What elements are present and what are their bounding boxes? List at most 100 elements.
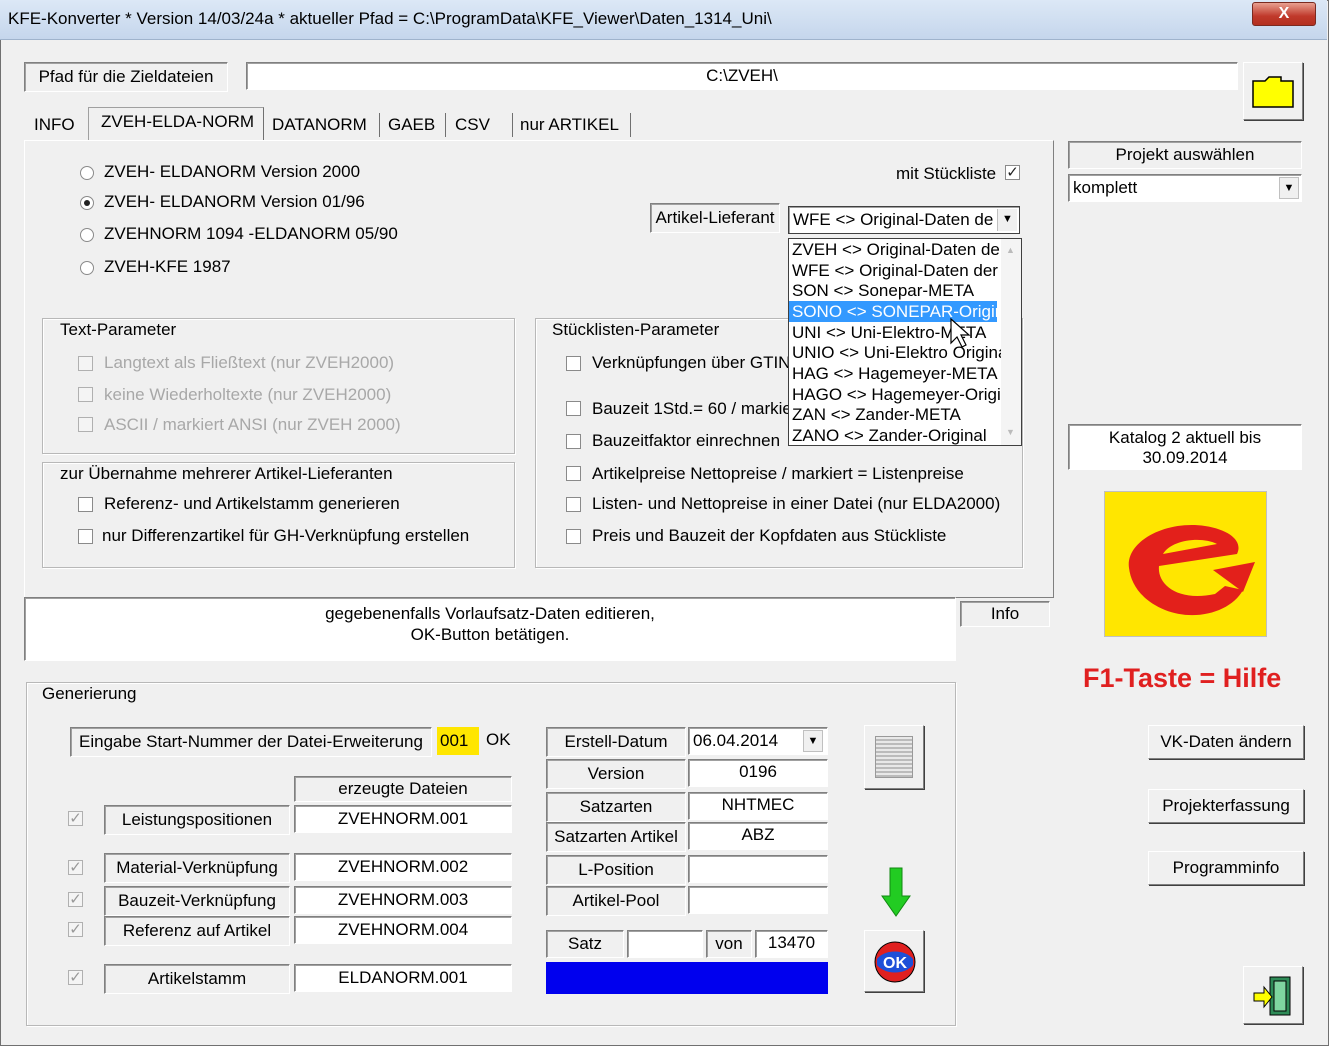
satzarten-field[interactable]: NHTMEC (688, 792, 828, 820)
text-param-checkbox[interactable] (78, 387, 93, 402)
tab-zveh-elda-norm[interactable]: ZVEH-ELDA-NORM (101, 112, 254, 132)
gen-row-label: Leistungspositionen (104, 805, 290, 835)
lieferant-option[interactable]: ZVEH <> Original-Daten de (789, 239, 1000, 260)
field-label: Artikel-Pool (546, 886, 686, 916)
scroll-up-icon[interactable]: ▲ (1006, 245, 1015, 255)
stueckliste-param-label: Listen- und Nettopreise in einer Datei (… (592, 494, 1001, 513)
folder-icon (1252, 76, 1294, 108)
lieferant-label: Artikel-Lieferant (650, 203, 780, 233)
version-field[interactable]: 0196 (688, 759, 828, 787)
version-radio-1094[interactable] (80, 228, 94, 242)
version-radio-kfe1987[interactable] (80, 261, 94, 275)
uebernahme-checkbox[interactable] (78, 529, 93, 544)
start-number-input[interactable]: 001 (437, 727, 479, 755)
lieferant-option[interactable]: WFE <> Original-Daten der (789, 260, 998, 281)
check-icon: ✓ (1006, 164, 1019, 181)
field-label: Satzarten Artikel (546, 822, 686, 852)
tab-nur-artikel[interactable]: nur ARTIKEL (520, 115, 619, 135)
stueckliste-param-label: Verknüpfungen über GTIN (592, 353, 791, 372)
tab-separator (379, 113, 380, 137)
katalog-box: Katalog 2 aktuell bis 30.09.2014 (1068, 424, 1302, 470)
scroll-down-icon[interactable]: ▼ (1006, 427, 1015, 437)
stuecklisten-title: Stücklisten-Parameter (548, 320, 724, 340)
gen-row-file: ZVEHNORM.002 (294, 853, 512, 881)
satzarten-artikel-field[interactable]: ABZ (688, 822, 828, 850)
projekt-dropdown[interactable]: komplett ▼ (1068, 174, 1302, 202)
stueckliste-label: mit Stückliste (896, 164, 997, 183)
projekterfassung-button[interactable]: Projekterfassung (1148, 789, 1304, 823)
satz-field (627, 930, 703, 958)
version-label: ZVEH- ELDANORM Version 01/96 (104, 192, 365, 211)
version-label: ZVEHNORM 1094 -ELDANORM 05/90 (104, 224, 398, 243)
lieferant-dropdown[interactable]: WFE <> Original-Daten de ▼ (788, 206, 1020, 234)
lieferant-dropdown-list[interactable]: ZVEH <> Original-Daten de WFE <> Origina… (788, 238, 1022, 446)
uebernahme-checkbox[interactable] (78, 497, 93, 512)
l-position-field[interactable] (688, 855, 828, 883)
check-icon: ✓ (69, 810, 82, 827)
folder-button[interactable] (1243, 62, 1303, 120)
help-hint: F1-Taste = Hilfe (1083, 663, 1282, 693)
exit-button[interactable] (1243, 966, 1303, 1024)
start-ok-button[interactable]: OK (486, 730, 511, 750)
stueckliste-param-checkbox[interactable] (566, 529, 581, 544)
text-param-checkbox[interactable] (78, 356, 93, 371)
lieferant-option[interactable]: HAG <> Hagemeyer-META (789, 363, 998, 384)
lieferant-option[interactable]: ZAN <> Zander-META (789, 404, 997, 425)
lieferant-option[interactable]: SON <> Sonepar-META (789, 280, 997, 301)
katalog-line1: Katalog 2 aktuell bis (1108, 428, 1262, 447)
tab-datanorm[interactable]: DATANORM (272, 115, 367, 135)
gen-row-file: ZVEHNORM.003 (294, 886, 512, 914)
stueckliste-checkbox[interactable]: ✓ (1005, 165, 1020, 180)
title-bar: KFE-Konverter * Version 14/03/24a * aktu… (0, 0, 1327, 40)
exit-door-icon (1253, 976, 1291, 1016)
e-logo-icon (1128, 525, 1255, 616)
check-icon: ✓ (69, 969, 82, 986)
list-scrollbar[interactable]: ▲ ▼ (1001, 239, 1021, 445)
chevron-down-icon[interactable]: ▼ (803, 730, 823, 752)
ok-globe-icon: OK (874, 941, 916, 983)
stueckliste-param-checkbox[interactable] (566, 401, 581, 416)
satz-label: Satz (546, 930, 624, 958)
start-number-label: Eingabe Start-Nummer der Datei-Erweiteru… (70, 727, 432, 757)
gen-checkbox[interactable]: ✓ (68, 860, 83, 875)
tab-gaeb[interactable]: GAEB (388, 115, 435, 135)
tab-separator (630, 113, 631, 137)
check-icon: ✓ (69, 859, 82, 876)
stueckliste-param-checkbox[interactable] (566, 434, 581, 449)
erstell-datum-dropdown[interactable]: 06.04.2014 ▼ (688, 727, 828, 755)
stueckliste-param-checkbox[interactable] (566, 466, 581, 481)
target-path-label: Pfad für die Zieldateien (24, 62, 228, 92)
projekt-label: Projekt auswählen (1068, 141, 1302, 169)
version-radio-2000[interactable] (80, 166, 94, 180)
programminfo-button[interactable]: Programminfo (1148, 851, 1304, 885)
close-button[interactable]: X (1252, 2, 1316, 26)
text-param-label: keine Wiederholtexte (nur ZVEH2000) (104, 385, 392, 404)
gen-checkbox[interactable]: ✓ (68, 892, 83, 907)
generierung-title: Generierung (38, 684, 141, 704)
chevron-down-icon[interactable]: ▼ (997, 209, 1017, 231)
gen-checkbox[interactable]: ✓ (68, 922, 83, 937)
lieferant-option[interactable]: ZANO <> Zander-Original (789, 425, 997, 445)
chevron-down-icon[interactable]: ▼ (1279, 177, 1299, 199)
target-path-field[interactable]: C:\ZVEH\ (246, 62, 1238, 90)
gen-checkbox[interactable]: ✓ (68, 970, 83, 985)
stueckliste-param-checkbox[interactable] (566, 356, 581, 371)
notes-button[interactable] (864, 725, 924, 789)
check-icon: ✓ (69, 891, 82, 908)
version-radio-0196[interactable] (80, 196, 94, 210)
text-param-checkbox[interactable] (78, 417, 93, 432)
artikel-pool-field[interactable] (688, 886, 828, 914)
stueckliste-param-checkbox[interactable] (566, 497, 581, 512)
gen-row-label: Referenz auf Artikel (104, 916, 290, 946)
gen-checkbox[interactable]: ✓ (68, 811, 83, 826)
gen-row-label: Material-Verknüpfung (104, 853, 290, 883)
vk-daten-button[interactable]: VK-Daten ändern (1148, 725, 1304, 759)
tab-csv[interactable]: CSV (455, 115, 490, 135)
progress-fill (546, 962, 828, 994)
tab-separator (512, 113, 513, 137)
text-param-label: ASCII / markiert ANSI (nur ZVEH 2000) (104, 415, 401, 434)
lieferant-option[interactable]: HAGO <> Hagemeyer-Origir (789, 384, 1006, 405)
tab-info[interactable]: INFO (34, 115, 75, 135)
ok-run-button[interactable]: OK (864, 930, 924, 992)
stueckliste-param-label: Bauzeitfaktor einrechnen (592, 431, 781, 450)
